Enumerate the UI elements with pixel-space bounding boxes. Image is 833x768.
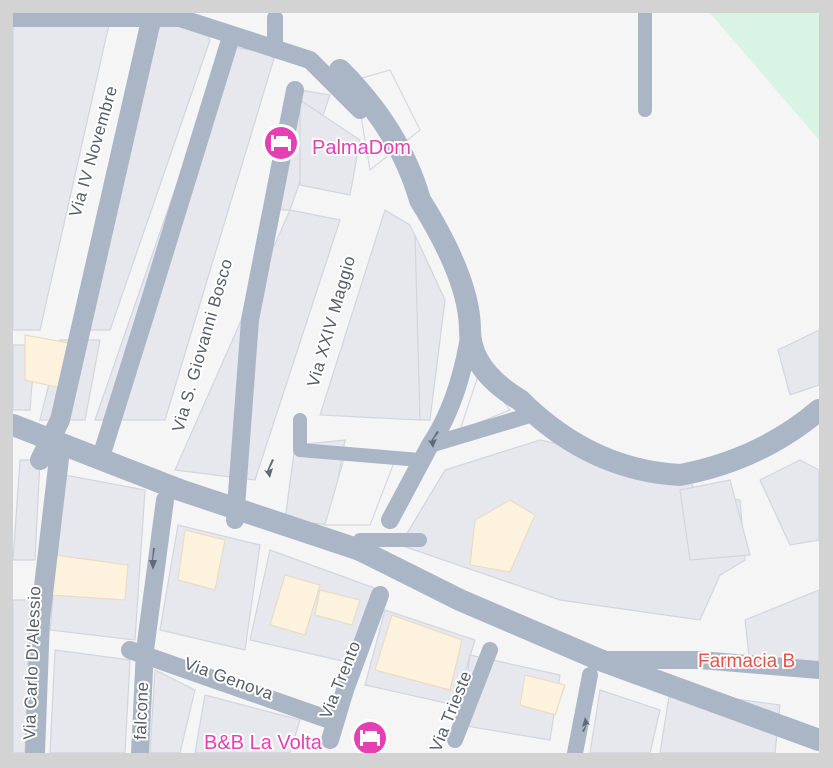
poi-label-bb-la-volta: B&B La Volta: [204, 732, 323, 753]
arrow-icon: [264, 459, 274, 478]
park-area: [710, 13, 819, 140]
map-canvas[interactable]: Via IV Novembre Via S. Giovanni Bosco Vi…: [13, 13, 819, 753]
poi-label-farmacia[interactable]: Farmacia B: [696, 649, 797, 674]
map-viewport[interactable]: Via IV Novembre Via S. Giovanni Bosco Vi…: [13, 13, 819, 753]
street-label-via-falcone: falcone: [131, 681, 152, 740]
poi-label-palmadom: PalmaDom: [312, 137, 411, 159]
